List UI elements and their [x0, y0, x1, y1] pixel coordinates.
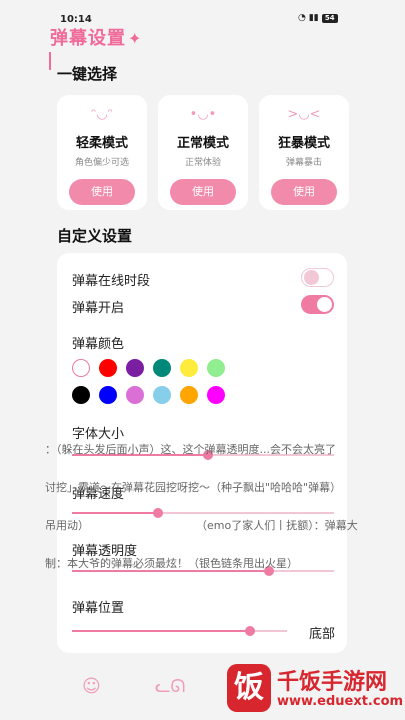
use-wild-button[interactable]: 使用: [271, 179, 337, 205]
watermark-badge: 饭: [227, 664, 271, 712]
slider-fill: [72, 512, 159, 514]
status-bar: 10:14 ◔ ▮▮ 54: [0, 0, 405, 25]
mode-title: 轻柔模式: [75, 136, 128, 151]
watermark-brand: 千饭手游网: [277, 670, 388, 695]
gentle-face-icon: ᵔ◡ᵔ: [90, 107, 114, 122]
color-swatch[interactable]: [207, 386, 225, 404]
watermark: 饭 千饭手游网 www.eduext.com: [225, 662, 403, 714]
danmaku-line: 讨挖」霸道～在弹幕花园挖呀挖～（种子飘出"哈哈哈"弹幕）: [45, 481, 342, 494]
danmaku-line: 吊用动）: [45, 519, 85, 532]
online-time-label: 弹幕在线时段: [72, 274, 151, 289]
page-title: 弹幕设置 ✦: [50, 24, 142, 50]
logo-text: 弹幕设置: [50, 28, 126, 49]
mode-card-normal: •◡• 正常模式 正常体验 使用: [158, 95, 248, 210]
toggle-knob: [317, 297, 332, 312]
toggle-knob: [304, 270, 319, 285]
color-swatch[interactable]: [180, 359, 198, 377]
mode-card-gentle: ᵔ◡ᵔ 轻柔模式 角色偏少可选 使用: [57, 95, 147, 210]
color-swatch[interactable]: [99, 359, 117, 377]
danmaku-on-toggle[interactable]: [301, 295, 334, 314]
color-swatch[interactable]: [207, 359, 225, 377]
danmaku-line: 制：本大爷的弹幕必须最炫！（银色链条甩出火星）: [45, 557, 298, 570]
speed-slider[interactable]: [72, 508, 334, 518]
section-title-quick: 一键选择: [57, 65, 118, 83]
color-swatch[interactable]: [153, 386, 171, 404]
color-swatch[interactable]: [126, 359, 144, 377]
mode-subtitle: 弹幕暴击: [285, 158, 322, 168]
section-title-custom: 自定义设置: [57, 227, 133, 245]
position-slider[interactable]: [72, 626, 287, 636]
watermark-site: www.eduext.com: [277, 694, 404, 709]
color-swatch[interactable]: [99, 386, 117, 404]
use-gentle-button[interactable]: 使用: [69, 179, 135, 205]
cat-face-icon[interactable]: ᓚᘏ: [155, 676, 185, 697]
danmaku-line: ：（躲在头发后面小声）这、这个弹幕透明度...会不会太亮了: [45, 443, 336, 456]
mode-card-wild: >◡< 狂暴模式 弹幕暴击 使用: [259, 95, 349, 210]
font-size-label: 字体大小: [72, 427, 125, 442]
status-icons: ◔ ▮▮ 54: [298, 13, 338, 23]
battery-icon: 54: [321, 13, 338, 23]
color-swatch[interactable]: [72, 359, 90, 377]
color-swatch[interactable]: [153, 359, 171, 377]
color-swatch[interactable]: [126, 386, 144, 404]
color-swatch[interactable]: [180, 386, 198, 404]
slider-fill: [72, 630, 251, 632]
home-face-icon[interactable]: ☺: [82, 676, 101, 697]
wild-face-icon: >◡<: [287, 107, 321, 122]
mode-title: 狂暴模式: [277, 136, 330, 151]
danmaku-on-label: 弹幕开启: [72, 301, 125, 316]
accent-bar: [49, 52, 51, 70]
sparkle-icon: ✦: [128, 29, 143, 48]
color-swatch[interactable]: [72, 386, 90, 404]
mode-subtitle: 正常体验: [184, 158, 221, 168]
color-label: 弹幕颜色: [72, 337, 125, 352]
mode-title: 正常模式: [176, 136, 229, 151]
mode-subtitle: 角色偏少可选: [74, 158, 129, 168]
online-time-toggle[interactable]: [301, 268, 334, 287]
signal-icon: ▮▮: [308, 13, 319, 23]
position-label: 弹幕位置: [72, 601, 125, 616]
position-end-label: 底部: [309, 627, 336, 642]
use-normal-button[interactable]: 使用: [170, 179, 236, 205]
danmaku-line: （emo了家人们丨抚额）：弹幕大: [196, 519, 358, 532]
normal-face-icon: •◡•: [189, 107, 217, 122]
wifi-icon: ◔: [298, 13, 306, 23]
